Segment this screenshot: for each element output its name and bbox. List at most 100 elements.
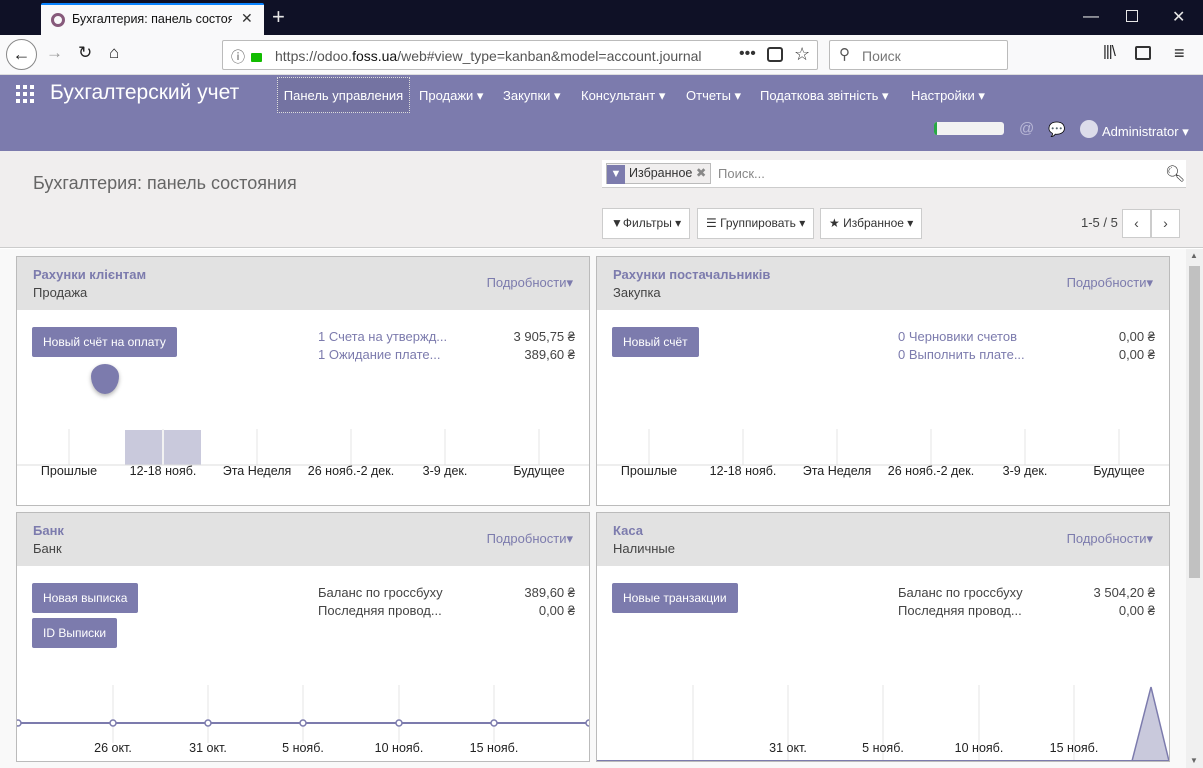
- chat-icon[interactable]: 💬: [1048, 121, 1065, 138]
- graph-point[interactable]: [109, 719, 117, 727]
- search-icon[interactable]: 🔍︎: [1165, 164, 1185, 184]
- graph-label: 10 нояб.: [954, 741, 1004, 755]
- scroll-down-icon[interactable]: ▼: [1190, 756, 1198, 765]
- stat-label: Баланс по гроссбуху: [898, 585, 1023, 600]
- graph-label: 26 нояб.-2 дек.: [307, 464, 395, 478]
- menu-sales[interactable]: Продажи ▾: [419, 88, 483, 104]
- menu-tax-reports[interactable]: Податкова звітність ▾: [760, 88, 889, 104]
- tab-close-icon[interactable]: ✕: [241, 10, 253, 27]
- odoo-main-navbar: Бухгалтерский учет Панель управления Про…: [0, 75, 1203, 151]
- menu-dashboard[interactable]: Панель управления: [277, 77, 410, 113]
- bar-graph[interactable]: [597, 427, 1170, 467]
- graph-label: 31 окт.: [769, 741, 807, 755]
- details-dropdown[interactable]: Подробности▾: [487, 531, 573, 547]
- scrollbar-thumb[interactable]: [1189, 266, 1200, 578]
- menu-reports[interactable]: Отчеты ▾: [686, 88, 741, 104]
- graph-bar[interactable]: [164, 430, 201, 465]
- graph-point[interactable]: [17, 719, 22, 727]
- new-invoice-button[interactable]: Новый счёт на оплату: [32, 327, 177, 357]
- search-input[interactable]: Поиск...: [718, 166, 765, 181]
- url-bar[interactable]: ⓘ https://odoo.foss.ua/web#view_type=kan…: [222, 40, 818, 70]
- menu-adviser[interactable]: Консультант ▾: [581, 88, 665, 104]
- card-title[interactable]: Рахунки клієнтам: [33, 267, 146, 282]
- details-dropdown[interactable]: Подробности▾: [487, 275, 573, 291]
- scroll-up-icon[interactable]: ▲: [1190, 251, 1198, 260]
- odoo-favicon-icon: [51, 13, 65, 27]
- bar-graph[interactable]: [17, 427, 590, 467]
- browser-search-placeholder: Поиск: [862, 48, 901, 64]
- graph-label: Эта Неделя: [802, 464, 872, 478]
- favorites-button[interactable]: ★ Избранное ▾: [820, 208, 923, 239]
- window-close-icon[interactable]: ✕: [1172, 7, 1185, 27]
- graph-label: Прошлые: [40, 464, 98, 478]
- details-dropdown[interactable]: Подробности▾: [1067, 275, 1153, 291]
- app-title[interactable]: Бухгалтерский учет: [50, 81, 239, 105]
- pocket-icon[interactable]: [767, 47, 783, 62]
- filters-button[interactable]: ▼Фильтры ▾: [602, 208, 691, 239]
- sidebar-icon[interactable]: [1135, 46, 1151, 60]
- browser-tabstrip: Бухгалтерия: панель состояния ✕ + — ✕: [0, 0, 1203, 35]
- browser-search-field[interactable]: ⚲ Поиск: [829, 40, 1008, 70]
- details-dropdown[interactable]: Подробности▾: [1067, 531, 1153, 547]
- search-view[interactable]: ▼ Избранное ✖ Поиск... 🔍︎: [602, 160, 1186, 188]
- avatar[interactable]: [1080, 120, 1098, 138]
- page-actions-icon[interactable]: •••: [739, 45, 756, 63]
- bookmark-star-icon[interactable]: ☆: [794, 44, 810, 65]
- facet-remove-icon[interactable]: ✖: [696, 166, 706, 180]
- info-icon[interactable]: ⓘ: [231, 47, 245, 67]
- graph-label: Будущее: [513, 464, 565, 478]
- pager-next-icon[interactable]: ›: [1151, 209, 1180, 238]
- graph-label: Эта Неделя: [222, 464, 292, 478]
- new-statement-button[interactable]: Новая выписка: [32, 583, 139, 613]
- stat-value: 0,00 ₴: [1118, 329, 1155, 344]
- menu-purchases[interactable]: Закупки ▾: [503, 88, 561, 104]
- stat-link[interactable]: 0 Черновики счетов: [898, 329, 1017, 344]
- pager-previous-icon[interactable]: ‹: [1122, 209, 1151, 238]
- card-subtitle: Продажа: [33, 285, 88, 300]
- card-title[interactable]: Банк: [33, 523, 64, 538]
- star-icon: ★: [829, 216, 840, 230]
- browser-tab[interactable]: Бухгалтерия: панель состояния ✕: [41, 3, 264, 35]
- graph-point[interactable]: [395, 719, 403, 727]
- stat-value: 0,00 ₴: [1118, 347, 1155, 362]
- graph-point[interactable]: [585, 719, 590, 727]
- stat-label: Последняя провод...: [318, 603, 442, 618]
- forward-icon[interactable]: →: [46, 43, 63, 63]
- minimize-icon[interactable]: —: [1083, 8, 1099, 26]
- graph-bar[interactable]: [125, 430, 162, 465]
- card-subtitle: Банк: [33, 541, 62, 556]
- stat-value: 0,00 ₴: [1118, 603, 1155, 618]
- funnel-icon: ▼: [611, 216, 623, 230]
- groupby-label: Группировать: [720, 216, 796, 230]
- new-bill-button[interactable]: Новый счёт: [612, 327, 699, 357]
- new-tab-icon[interactable]: +: [272, 4, 285, 30]
- graph-label: 15 нояб.: [1049, 741, 1099, 755]
- new-transactions-button[interactable]: Новые транзакции: [612, 583, 738, 613]
- reload-icon[interactable]: ↻: [78, 43, 92, 63]
- stat-link[interactable]: 1 Ожидание плате...: [318, 347, 440, 362]
- groupby-button[interactable]: ☰ Группировать ▾: [697, 208, 815, 239]
- menu-settings[interactable]: Настройки ▾: [911, 88, 985, 104]
- pager-value[interactable]: 1-5 / 5: [1081, 215, 1118, 230]
- back-icon[interactable]: ←: [6, 39, 37, 70]
- mention-icon[interactable]: @: [1019, 120, 1034, 137]
- stat-link[interactable]: 0 Выполнить плате...: [898, 347, 1025, 362]
- card-title[interactable]: Каса: [613, 523, 643, 538]
- apps-grid-icon[interactable]: [16, 85, 34, 103]
- home-icon[interactable]: ⌂: [109, 43, 119, 63]
- user-menu[interactable]: Administrator ▾: [1102, 124, 1189, 140]
- stat-link[interactable]: 1 Счета на утвержд...: [318, 329, 447, 344]
- graph-point[interactable]: [490, 719, 498, 727]
- hamburger-menu-icon[interactable]: ≡: [1174, 43, 1185, 64]
- graph-point[interactable]: [299, 719, 307, 727]
- graph-label: 15 нояб.: [469, 741, 519, 755]
- journal-card-cash: Каса Наличные Подробности▾ Новые транзак…: [596, 512, 1170, 762]
- graph-point[interactable]: [204, 719, 212, 727]
- url-text[interactable]: https://odoo.foss.ua/web#view_type=kanba…: [275, 48, 705, 64]
- library-icon[interactable]: |||\: [1103, 43, 1116, 60]
- statement-id-button[interactable]: ID Выписки: [32, 618, 118, 648]
- graph-area[interactable]: [1131, 686, 1169, 761]
- maximize-icon[interactable]: [1126, 10, 1138, 22]
- card-title[interactable]: Рахунки постачальників: [613, 267, 770, 282]
- graph-label: 3-9 дек.: [422, 464, 468, 478]
